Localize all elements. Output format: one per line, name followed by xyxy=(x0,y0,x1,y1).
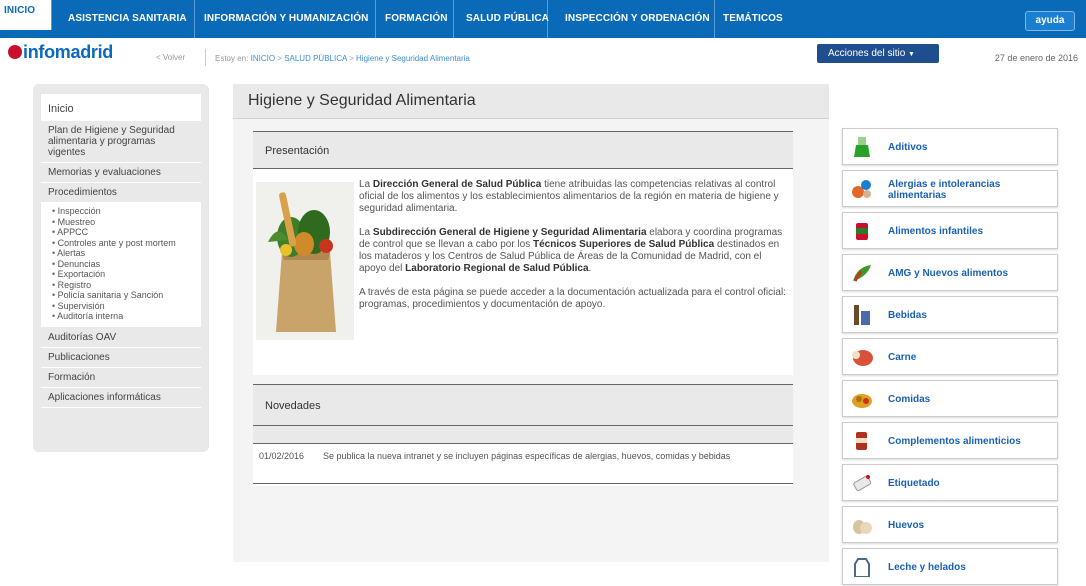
top-navigation: INICIO ASISTENCIA SANITARIA INFORMACIÓN … xyxy=(0,0,1086,38)
meat-icon xyxy=(852,350,873,366)
flask-icon xyxy=(854,137,870,157)
tab-asistencia-sanitaria[interactable]: ASISTENCIA SANITARIA xyxy=(52,0,195,38)
help-button[interactable]: ayuda xyxy=(1025,11,1075,31)
tab-salud-publica[interactable]: SALUD PÚBLICA xyxy=(454,0,549,38)
sidebar-item-aplicaciones[interactable]: Aplicaciones informáticas xyxy=(41,388,201,408)
main-content: Higiene y Seguridad Alimentaria Presenta… xyxy=(233,84,829,562)
tab-informacion-humanizacion[interactable]: INFORMACIÓN Y HUMANIZACIÓN xyxy=(195,0,376,38)
milk-icon xyxy=(854,558,870,577)
logo-text: infomadrid xyxy=(23,42,113,62)
submenu-item-supervision[interactable]: Supervisión xyxy=(52,301,201,312)
topic-label: Alergias e intolerancias alimentarias xyxy=(888,178,1001,201)
topic-huevos[interactable]: Huevos xyxy=(842,506,1058,543)
topic-aditivos[interactable]: Aditivos xyxy=(842,128,1058,165)
dgsp-link: Dirección General de Salud Pública xyxy=(372,179,542,190)
sidebar-item-memorias[interactable]: Memorias y evaluaciones xyxy=(41,163,201,183)
allergy-icon xyxy=(852,180,871,198)
grocery-bag-image xyxy=(256,182,354,340)
topic-label: AMG y Nuevos alimentos xyxy=(888,268,1009,279)
submenu-item-appcc[interactable]: APPCC xyxy=(52,227,201,238)
breadcrumb-current[interactable]: Higiene y Seguridad Alimentaria xyxy=(356,54,470,63)
topic-label: Carne xyxy=(888,352,917,363)
leaf-icon xyxy=(853,265,871,282)
procedimientos-submenu: Inspección Muestreo APPCC Controles ante… xyxy=(41,203,201,328)
breadcrumb-separator: > xyxy=(349,54,354,63)
page-title: Higiene y Seguridad Alimentaria xyxy=(248,92,476,109)
sidebar-item-formacion[interactable]: Formación xyxy=(41,368,201,388)
baby-food-icon xyxy=(856,223,868,240)
presentacion-panel: La Dirección General de Salud Pública ti… xyxy=(253,169,793,375)
topic-alergias[interactable]: Alergias e intolerancias alimentarias xyxy=(842,170,1058,207)
sidebar-item-plan[interactable]: Plan de Higiene y Seguridad alimentaria … xyxy=(41,121,201,163)
topic-label: Alimentos infantiles xyxy=(888,226,984,237)
breadcrumb-separator: > xyxy=(277,54,282,63)
topic-amg[interactable]: AMG y Nuevos alimentos xyxy=(842,254,1058,291)
novedades-subbar xyxy=(253,426,793,444)
tab-formacion[interactable]: FORMACIÓN xyxy=(376,0,454,38)
site-actions-label: Acciones del sitio xyxy=(828,48,906,59)
bottle-icon xyxy=(854,305,870,325)
topic-carne[interactable]: Carne xyxy=(842,338,1058,375)
news-divider xyxy=(253,483,793,484)
topic-label: Leche y helados xyxy=(888,562,966,573)
divider xyxy=(205,49,206,66)
current-date: 27 de enero de 2016 xyxy=(994,53,1078,63)
submenu-item-policia[interactable]: Policía sanitaria y Sanción xyxy=(52,290,201,301)
submenu-item-controles[interactable]: Controles ante y post mortem xyxy=(52,238,201,249)
paragraph-subdireccion: La Subdirección General de Higiene y Seg… xyxy=(359,227,783,274)
topic-comidas[interactable]: Comidas xyxy=(842,380,1058,417)
food-icon xyxy=(852,394,872,408)
breadcrumb-inicio[interactable]: INICIO xyxy=(251,54,275,63)
topic-label: Bebidas xyxy=(888,310,927,321)
breadcrumb-prefix: Estoy en: xyxy=(215,54,249,63)
sidebar-item-procedimientos[interactable]: Procedimientos xyxy=(41,183,201,203)
infomadrid-logo[interactable]: infomadrid xyxy=(8,42,113,63)
submenu-item-registro[interactable]: Registro xyxy=(52,280,201,291)
novedades-header: Novedades xyxy=(253,384,793,426)
topic-alimentos-infantiles[interactable]: Alimentos infantiles xyxy=(842,212,1058,249)
tab-inspeccion-ordenacion[interactable]: INSPECCIÓN Y ORDENACIÓN xyxy=(548,0,715,38)
submenu-item-inspeccion[interactable]: Inspección xyxy=(52,206,201,217)
topic-complementos[interactable]: Complementos alimenticios xyxy=(842,422,1058,459)
egg-icon xyxy=(853,520,872,534)
title-bar: Higiene y Seguridad Alimentaria xyxy=(233,84,829,119)
sidebar-item-inicio[interactable]: Inicio xyxy=(41,94,201,121)
sidebar-item-publicaciones[interactable]: Publicaciones xyxy=(41,348,201,368)
chevron-down-icon: ▼ xyxy=(908,51,915,58)
news-text[interactable]: Se publica la nueva intranet y se incluy… xyxy=(323,451,763,461)
site-actions-button[interactable]: Acciones del sitio ▼ xyxy=(817,44,939,63)
submenu-item-exportacion[interactable]: Exportación xyxy=(52,269,201,280)
topic-leche-helados[interactable]: Leche y helados xyxy=(842,548,1058,585)
breadcrumb: Estoy en: INICIO > SALUD PÚBLICA > Higie… xyxy=(215,54,470,63)
news-date: 01/02/2016 xyxy=(259,451,305,461)
submenu-item-auditoria-interna[interactable]: Auditoría interna xyxy=(52,311,201,322)
topic-label: Aditivos xyxy=(888,142,928,153)
topic-etiquetado[interactable]: Etiquetado xyxy=(842,464,1058,501)
submenu-item-alertas[interactable]: Alertas xyxy=(52,248,201,259)
left-sidebar: Inicio Plan de Higiene y Seguridad alime… xyxy=(33,84,209,452)
supplement-icon xyxy=(856,432,867,450)
label-icon xyxy=(853,475,872,492)
topic-bebidas[interactable]: Bebidas xyxy=(842,296,1058,333)
sidebar-item-auditorias-oav[interactable]: Auditorías OAV xyxy=(41,328,201,348)
presentacion-header: Presentación xyxy=(253,131,793,169)
topic-label: Etiquetado xyxy=(888,478,940,489)
submenu-item-muestreo[interactable]: Muestreo xyxy=(52,217,201,228)
paragraph-acceso: A través de esta página se puede acceder… xyxy=(359,287,786,310)
back-link[interactable]: < Volver xyxy=(156,53,185,62)
topic-label: Complementos alimenticios xyxy=(888,436,1021,447)
submenu-item-denuncias[interactable]: Denuncias xyxy=(52,259,201,270)
logo-icon xyxy=(8,45,22,59)
novedades-panel: 01/02/2016 Se publica la nueva intranet … xyxy=(253,426,793,486)
tab-tematicos[interactable]: TEMÁTICOS xyxy=(715,0,795,38)
tab-inicio[interactable]: INICIO xyxy=(0,0,52,30)
paragraph-dgsp: La Dirección General de Salud Pública ti… xyxy=(359,179,779,214)
topic-label: Comidas xyxy=(888,394,931,405)
topic-label: Huevos xyxy=(888,520,925,531)
breadcrumb-salud-publica[interactable]: SALUD PÚBLICA xyxy=(284,54,347,63)
presentacion-text: La Dirección General de Salud Pública ti… xyxy=(359,179,791,323)
